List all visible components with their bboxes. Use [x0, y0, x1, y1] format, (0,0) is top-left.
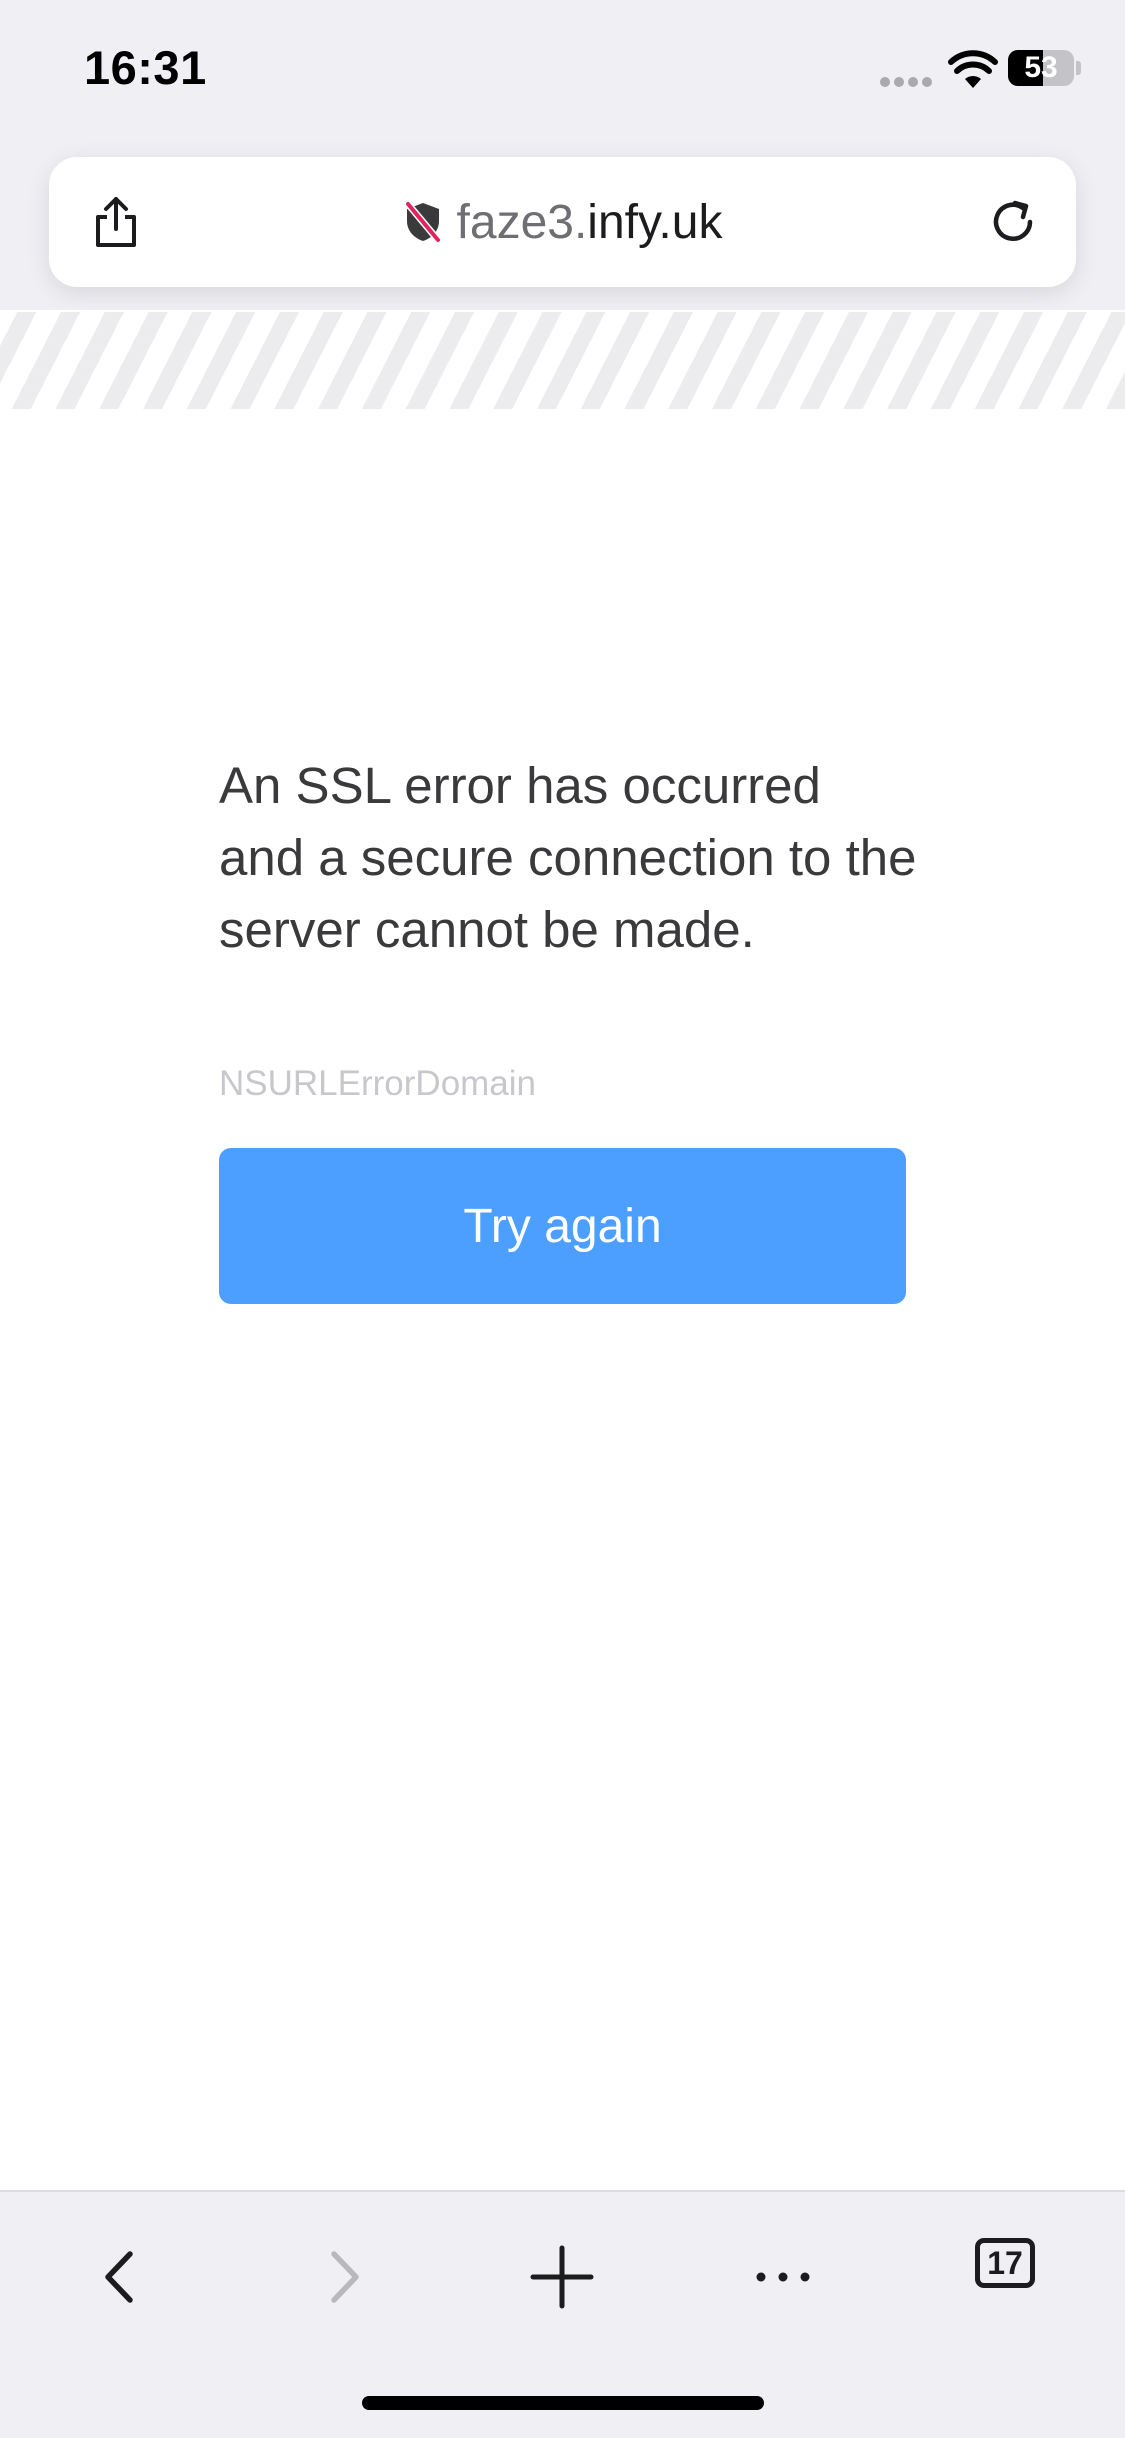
url-subdomain: faze3.	[456, 195, 588, 249]
status-bar: 16:31 53	[0, 0, 1125, 140]
cellular-signal-icon	[880, 74, 936, 92]
more-icon[interactable]	[748, 2242, 818, 2312]
try-again-button[interactable]: Try again	[219, 1148, 906, 1304]
back-icon[interactable]	[86, 2242, 156, 2312]
loading-stripe-band	[0, 312, 1125, 409]
status-time: 16:31	[84, 41, 207, 94]
battery-cap	[1076, 61, 1081, 75]
tabs-button[interactable]: 17	[975, 2238, 1035, 2288]
new-tab-icon[interactable]	[527, 2242, 597, 2312]
home-indicator	[362, 2396, 764, 2410]
forward-icon[interactable]	[308, 2242, 378, 2312]
battery-level: 53	[1024, 51, 1058, 84]
wifi-icon	[948, 50, 998, 88]
url-display[interactable]: faze3.infy.uk	[49, 157, 1076, 287]
shield-slash-icon	[404, 200, 442, 244]
url-text: faze3.infy.uk	[457, 195, 723, 250]
error-domain: NSURLErrorDomain	[219, 1064, 537, 1103]
reload-icon[interactable]	[984, 193, 1042, 251]
url-domain: infy.uk	[587, 195, 723, 249]
address-bar[interactable]: faze3.infy.uk	[49, 157, 1076, 287]
battery-icon: 53	[1008, 50, 1074, 86]
error-message: An SSL error has occurred and a secure c…	[219, 757, 917, 958]
